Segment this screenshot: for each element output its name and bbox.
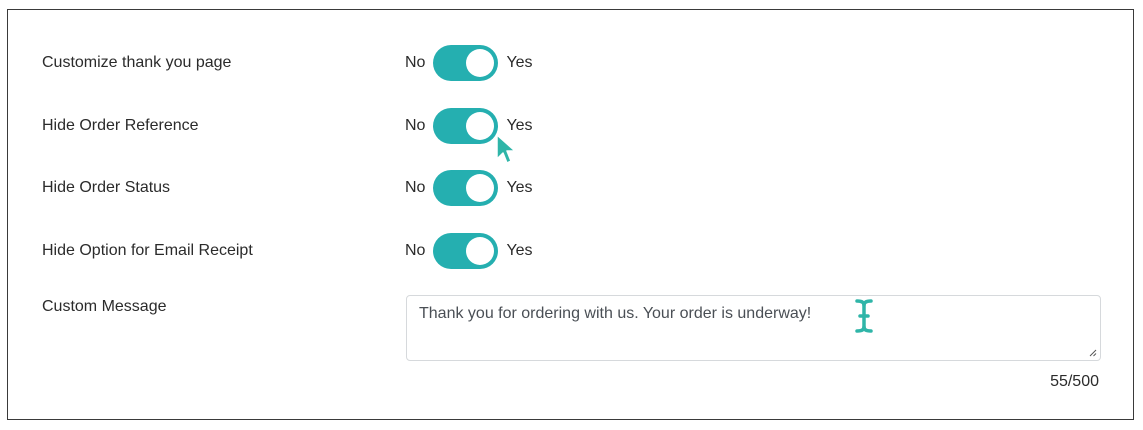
toggle-on-label: Yes — [506, 179, 533, 196]
toggle-on-label: Yes — [506, 54, 533, 71]
setting-row-hide-order-reference: Hide Order Reference No Yes — [8, 106, 1133, 146]
toggle-group: No Yes — [405, 170, 533, 206]
toggle-on-label: Yes — [506, 242, 533, 259]
resize-grip-icon[interactable] — [1089, 349, 1097, 357]
character-counter: 55/500 — [1050, 373, 1099, 390]
customize-thank-you-toggle[interactable] — [433, 45, 499, 81]
setting-row-customize-thank-you: Customize thank you page No Yes — [8, 43, 1133, 83]
setting-label: Customize thank you page — [42, 54, 232, 71]
toggle-off-label: No — [405, 117, 426, 134]
mouse-pointer-icon — [496, 134, 516, 164]
toggle-knob — [466, 112, 495, 140]
setting-label: Hide Option for Email Receipt — [42, 242, 253, 259]
text-cursor-icon — [855, 299, 873, 333]
custom-message-textarea[interactable]: Thank you for ordering with us. Your ord… — [406, 295, 1101, 361]
custom-message-text: Thank you for ordering with us. Your ord… — [419, 305, 812, 322]
toggle-knob — [466, 237, 495, 265]
setting-label: Hide Order Reference — [42, 117, 199, 134]
custom-message-label: Custom Message — [42, 298, 167, 315]
toggle-group: No Yes — [405, 45, 533, 81]
hide-order-reference-toggle[interactable] — [433, 108, 499, 144]
toggle-off-label: No — [405, 54, 426, 71]
hide-email-receipt-toggle[interactable] — [433, 233, 499, 269]
toggle-knob — [466, 174, 495, 202]
toggle-knob — [466, 49, 495, 77]
toggle-off-label: No — [405, 242, 426, 259]
setting-label: Hide Order Status — [42, 179, 171, 196]
toggle-group: No Yes — [405, 233, 533, 269]
thank-you-settings-panel: Customize thank you page No Yes Hide Ord… — [7, 9, 1134, 420]
setting-row-hide-email-receipt: Hide Option for Email Receipt No Yes — [8, 231, 1133, 271]
hide-order-status-toggle[interactable] — [433, 170, 499, 206]
setting-row-hide-order-status: Hide Order Status No Yes — [8, 168, 1133, 208]
toggle-off-label: No — [405, 179, 426, 196]
